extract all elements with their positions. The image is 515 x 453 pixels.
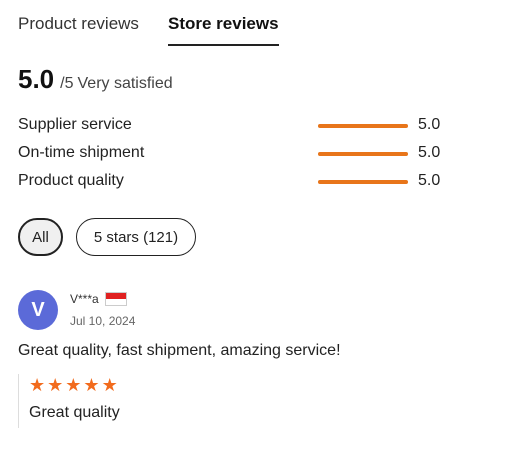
star-icon: ★ [65,375,82,395]
star-rating: ★ ★ ★ ★ ★ [29,376,120,394]
metric-bar-fill [318,180,408,184]
metric-bar [318,152,408,156]
filter-all-chip[interactable]: All [18,218,63,256]
star-icon: ★ [101,375,118,395]
star-icon: ★ [29,375,46,395]
metric-label: On-time shipment [18,144,145,161]
metric-value: 5.0 [418,144,441,161]
metric-product-quality: Product quality 5.0 [18,170,478,198]
review-detail: ★ ★ ★ ★ ★ Great quality [18,374,120,428]
metric-bar-fill [318,124,408,128]
metric-on-time-shipment: On-time shipment 5.0 [18,142,478,170]
metric-bar-fill [318,152,408,156]
tab-product-reviews[interactable]: Product reviews [18,14,139,34]
rating-summary: 5.0 /5 Very satisfied [18,64,173,95]
red-white-flag-icon [104,292,127,306]
rating-metrics: Supplier service 5.0 On-time shipment 5.… [18,114,478,198]
review-tabs: Product reviews Store reviews [18,14,498,48]
filter-5-stars-chip[interactable]: 5 stars (121) [76,218,196,256]
score-max: /5 [60,75,74,92]
review-filters: All 5 stars (121) [18,218,196,256]
metric-value: 5.0 [418,116,441,133]
metric-value: 5.0 [418,172,441,189]
star-icon: ★ [47,375,64,395]
overall-score: 5.0 [18,64,55,94]
metric-bar [318,180,408,184]
review-text: Great quality, fast shipment, amazing se… [18,342,341,359]
metric-supplier-service: Supplier service 5.0 [18,114,478,142]
review-detail-text: Great quality [29,404,120,421]
satisfaction-label: Very satisfied [77,75,173,92]
review-date: Jul 10, 2024 [70,314,136,328]
avatar: V [18,290,58,330]
star-icon: ★ [83,375,100,395]
reviewer-name: V***a [70,292,99,306]
metric-bar [318,124,408,128]
reviewer-info: V***a [70,292,127,306]
metric-label: Supplier service [18,116,132,133]
tab-store-reviews[interactable]: Store reviews [168,14,279,46]
metric-label: Product quality [18,172,124,189]
